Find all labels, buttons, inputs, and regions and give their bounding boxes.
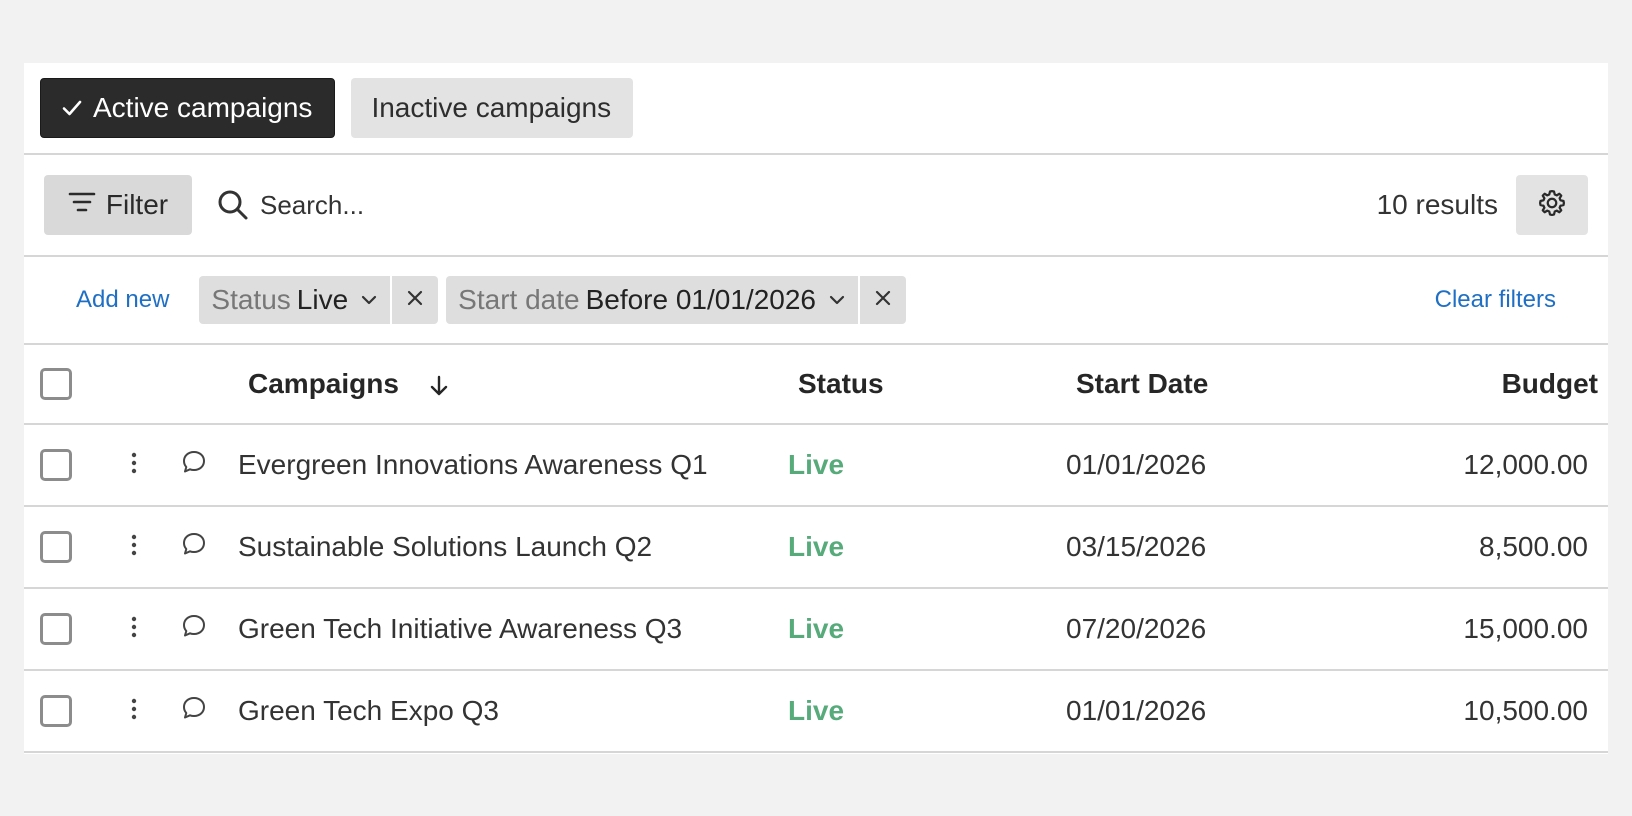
- row-menu-button[interactable]: [114, 613, 154, 645]
- row-select-cell: [24, 531, 114, 563]
- row-comment-button[interactable]: [154, 613, 234, 646]
- row-checkbox[interactable]: [40, 613, 72, 645]
- row-checkbox[interactable]: [40, 531, 72, 563]
- row-select-cell: [24, 613, 114, 645]
- chip-value: Before 01/01/2026: [585, 284, 816, 315]
- start-date: 03/15/2026: [1066, 531, 1207, 562]
- filter-chip-status-dropdown[interactable]: Status Live: [199, 276, 391, 324]
- search-icon: [216, 188, 250, 222]
- status-badge: Live: [788, 531, 845, 562]
- remove-start-date-filter-button[interactable]: [860, 276, 906, 324]
- filter-chip-status: Status Live: [199, 276, 439, 324]
- row-checkbox[interactable]: [40, 695, 72, 727]
- start-date: 01/01/2026: [1066, 695, 1207, 726]
- gear-icon: [1537, 188, 1567, 223]
- comment-icon: [181, 613, 207, 646]
- comment-icon: [181, 695, 207, 728]
- kebab-menu-icon: [130, 449, 138, 481]
- tab-label: Active campaigns: [93, 92, 313, 123]
- filter-lines-icon: [68, 189, 96, 221]
- campaigns-table: Campaigns Status Start Date Budget Everg…: [24, 345, 1608, 753]
- campaign-name[interactable]: Evergreen Innovations Awareness Q1: [234, 449, 788, 481]
- start-date: 01/01/2026: [1066, 449, 1207, 480]
- row-select-cell: [24, 449, 114, 481]
- row-comment-button[interactable]: [154, 695, 234, 728]
- clear-filters-link[interactable]: Clear filters: [1435, 286, 1556, 314]
- filter-chip-start-date-dropdown[interactable]: Start date Before 01/01/2026: [446, 276, 858, 324]
- tab-label: Inactive campaigns: [371, 92, 612, 123]
- chevron-down-icon: [360, 294, 378, 306]
- kebab-menu-icon: [130, 613, 138, 645]
- budget: 8,500.00: [1479, 531, 1588, 562]
- budget: 15,000.00: [1463, 613, 1588, 644]
- filter-label: Filter: [105, 189, 169, 220]
- campaigns-panel: Active campaigns Inactive campaigns Filt…: [24, 63, 1608, 754]
- budget: 12,000.00: [1463, 449, 1588, 480]
- tab-inactive-campaigns[interactable]: Inactive campaigns: [351, 78, 634, 138]
- row-select-cell: [24, 695, 114, 727]
- chip-key: Status: [211, 284, 291, 315]
- row-checkbox[interactable]: [40, 449, 72, 481]
- row-comment-button[interactable]: [154, 531, 234, 564]
- search-bar: [216, 188, 1377, 222]
- table-row: Sustainable Solutions Launch Q2 Live 03/…: [24, 507, 1608, 589]
- add-new-link[interactable]: Add new: [76, 286, 169, 314]
- table-row: Green Tech Expo Q3 Live 01/01/2026 10,50…: [24, 671, 1608, 753]
- search-input[interactable]: [260, 189, 660, 221]
- table-row: Green Tech Initiative Awareness Q3 Live …: [24, 589, 1608, 671]
- chevron-down-icon: [828, 294, 846, 306]
- status-badge: Live: [788, 449, 845, 480]
- results-count: 10 results: [1376, 189, 1498, 220]
- column-header-status[interactable]: Status: [798, 368, 1076, 400]
- comment-icon: [181, 531, 207, 564]
- row-menu-button[interactable]: [114, 449, 154, 481]
- close-icon: [406, 289, 424, 312]
- kebab-menu-icon: [130, 531, 138, 563]
- check-icon: [61, 97, 83, 119]
- row-menu-button[interactable]: [114, 531, 154, 563]
- kebab-menu-icon: [130, 695, 138, 727]
- select-all-cell: [24, 368, 114, 400]
- column-header-budget[interactable]: Budget: [1376, 368, 1598, 400]
- row-menu-button[interactable]: [114, 695, 154, 727]
- filter-chip-start-date: Start date Before 01/01/2026: [446, 276, 906, 324]
- close-icon: [874, 289, 892, 312]
- chip-value: Live: [296, 284, 349, 315]
- status-badge: Live: [788, 695, 845, 726]
- budget: 10,500.00: [1463, 695, 1588, 726]
- filter-button[interactable]: Filter: [44, 175, 192, 235]
- column-label: Campaigns: [248, 368, 399, 399]
- start-date: 07/20/2026: [1066, 613, 1207, 644]
- remove-status-filter-button[interactable]: [392, 276, 439, 324]
- filter-chips-row: Add new Status Live Start date Before 01…: [24, 257, 1608, 345]
- comment-icon: [181, 449, 207, 482]
- row-comment-button[interactable]: [154, 449, 234, 482]
- column-header-start-date[interactable]: Start Date: [1076, 368, 1376, 400]
- chip-key: Start date: [458, 284, 580, 315]
- status-badge: Live: [788, 613, 845, 644]
- select-all-checkbox[interactable]: [40, 368, 72, 400]
- column-header-campaigns[interactable]: Campaigns: [114, 368, 798, 400]
- toolbar: Filter 10 results: [24, 155, 1608, 257]
- campaign-name[interactable]: Green Tech Initiative Awareness Q3: [234, 613, 788, 645]
- table-header-row: Campaigns Status Start Date Budget: [24, 345, 1608, 425]
- campaign-name[interactable]: Green Tech Expo Q3: [234, 695, 788, 727]
- settings-button[interactable]: [1516, 175, 1588, 235]
- campaign-name[interactable]: Sustainable Solutions Launch Q2: [234, 531, 788, 563]
- tab-active-campaigns[interactable]: Active campaigns: [40, 78, 336, 138]
- campaign-tabs: Active campaigns Inactive campaigns: [24, 63, 1608, 155]
- arrow-down-icon: [429, 374, 449, 398]
- table-row: Evergreen Innovations Awareness Q1 Live …: [24, 425, 1608, 507]
